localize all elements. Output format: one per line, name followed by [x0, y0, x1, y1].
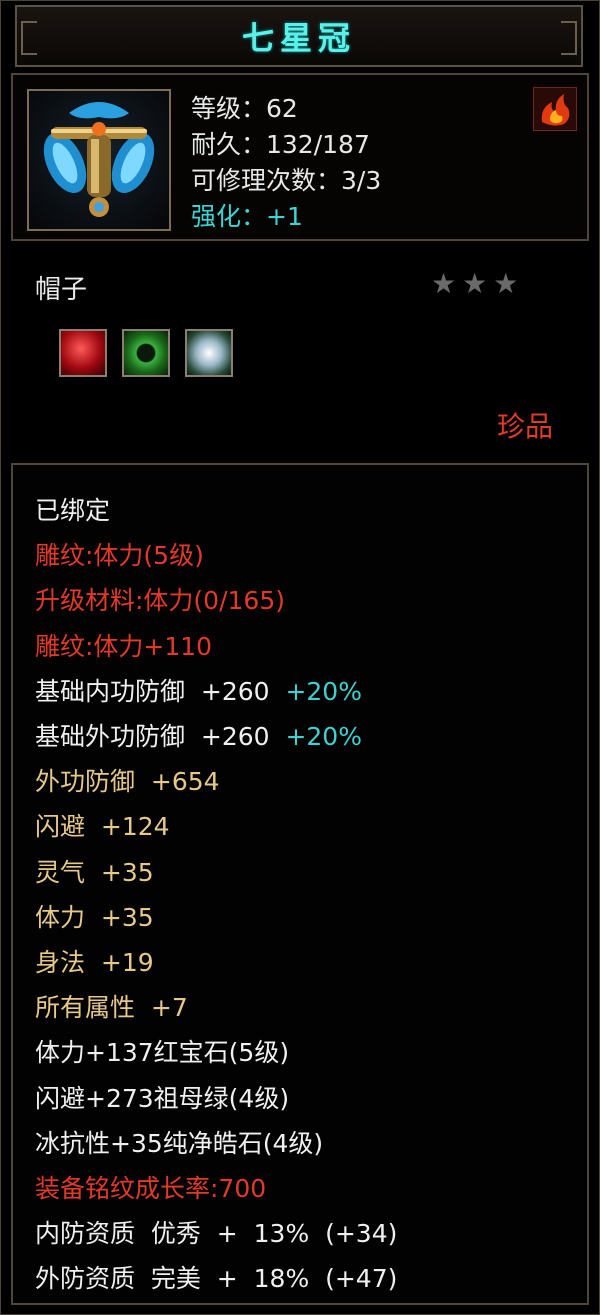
attribute-line: 所有属性 +7 — [35, 993, 188, 1023]
attribute-line: 体力+137红宝石(5级) — [35, 1038, 289, 1068]
item-summary-panel: 等级：62 耐久：132/187 可修理次数：3/3 强化：+1 — [11, 73, 589, 241]
attribute-text: 闪避+273祖母绿(4级) — [35, 1083, 290, 1113]
ruby-gem-icon — [59, 329, 107, 377]
star-rating: ★★★ — [431, 267, 525, 300]
attribute-text: 已绑定 — [35, 496, 111, 525]
attribute-line: 雕纹:体力(5级) — [35, 541, 204, 571]
item-durability: 耐久：132/187 — [191, 130, 370, 159]
item-name: 七星冠 — [241, 19, 356, 57]
attribute-text: 外功防御 +654 — [35, 767, 220, 797]
attribute-text: 灵气 +35 — [35, 857, 154, 887]
diamond-gem-icon — [185, 329, 233, 377]
attribute-line: 闪避 +124 — [35, 812, 170, 842]
attribute-line: 已绑定 — [35, 496, 110, 526]
item-icon — [27, 89, 171, 231]
attribute-line: 升级材料:体力(0/165) — [35, 586, 285, 616]
attribute-line: 灵气 +35 — [35, 858, 154, 888]
title-bar: 七星冠 — [15, 5, 583, 67]
item-type: 帽子 — [35, 275, 88, 305]
attribute-bonus: +20% — [269, 676, 362, 706]
attribute-text: 雕纹:体力+110 — [35, 631, 213, 661]
attribute-text: 基础外功防御 +260 — [35, 722, 270, 751]
item-tooltip: 七星冠 等级：62 耐久：132/187 可修理次数：3/3 强化：+1 帽子 … — [0, 0, 600, 1315]
attribute-line: 身法 +19 — [35, 948, 154, 978]
attribute-line: 外防资质 完美 + 18% (+47) — [35, 1264, 397, 1294]
attribute-text: 装备铭纹成长率:700 — [35, 1174, 267, 1203]
crown-helmet-icon — [43, 102, 155, 217]
attribute-text: 闪避 +124 — [35, 812, 170, 842]
fire-element-icon — [533, 87, 577, 131]
attribute-text: 体力 +35 — [35, 902, 154, 932]
item-repair-count: 可修理次数：3/3 — [191, 166, 382, 195]
item-level: 等级：62 — [191, 94, 298, 123]
attribute-text: 所有属性 +7 — [35, 993, 188, 1023]
attribute-text: 冰抗性+35纯净皓石(4级) — [35, 1128, 324, 1158]
attribute-text: 雕纹:体力(5级) — [35, 541, 204, 571]
title-ornament-left — [21, 21, 37, 55]
attribute-line: 基础内功防御 +260 +20% — [35, 677, 362, 707]
attribute-line: 内防资质 优秀 + 13% (+34) — [35, 1219, 397, 1249]
attribute-line: 外功防御 +654 — [35, 767, 220, 797]
attribute-line: 雕纹:体力+110 — [35, 632, 212, 662]
attribute-text: 外防资质 完美 + 18% (+47) — [35, 1264, 398, 1294]
emerald-gem-icon — [122, 329, 170, 377]
attribute-line: 冰抗性+35纯净皓石(4级) — [35, 1129, 323, 1159]
attribute-text: 内防资质 优秀 + 13% (+34) — [35, 1219, 398, 1249]
attribute-line: 体力 +35 — [35, 903, 154, 933]
attribute-line: 基础外功防御 +260 +20% — [35, 722, 362, 752]
attribute-line: 闪避+273祖母绿(4级) — [35, 1084, 289, 1114]
title-ornament-right — [561, 21, 577, 55]
rarity-label: 珍品 — [496, 410, 553, 443]
attribute-text: 升级材料:体力(0/165) — [35, 586, 285, 616]
item-enhance: 强化：+1 — [191, 202, 303, 231]
attribute-text: 身法 +19 — [35, 948, 154, 977]
attribute-line: 装备铭纹成长率:700 — [35, 1174, 266, 1204]
attribute-text: 体力+137红宝石(5级) — [35, 1038, 290, 1068]
attribute-bonus: +20% — [269, 722, 362, 751]
attribute-text: 基础内功防御 +260 — [35, 676, 270, 706]
